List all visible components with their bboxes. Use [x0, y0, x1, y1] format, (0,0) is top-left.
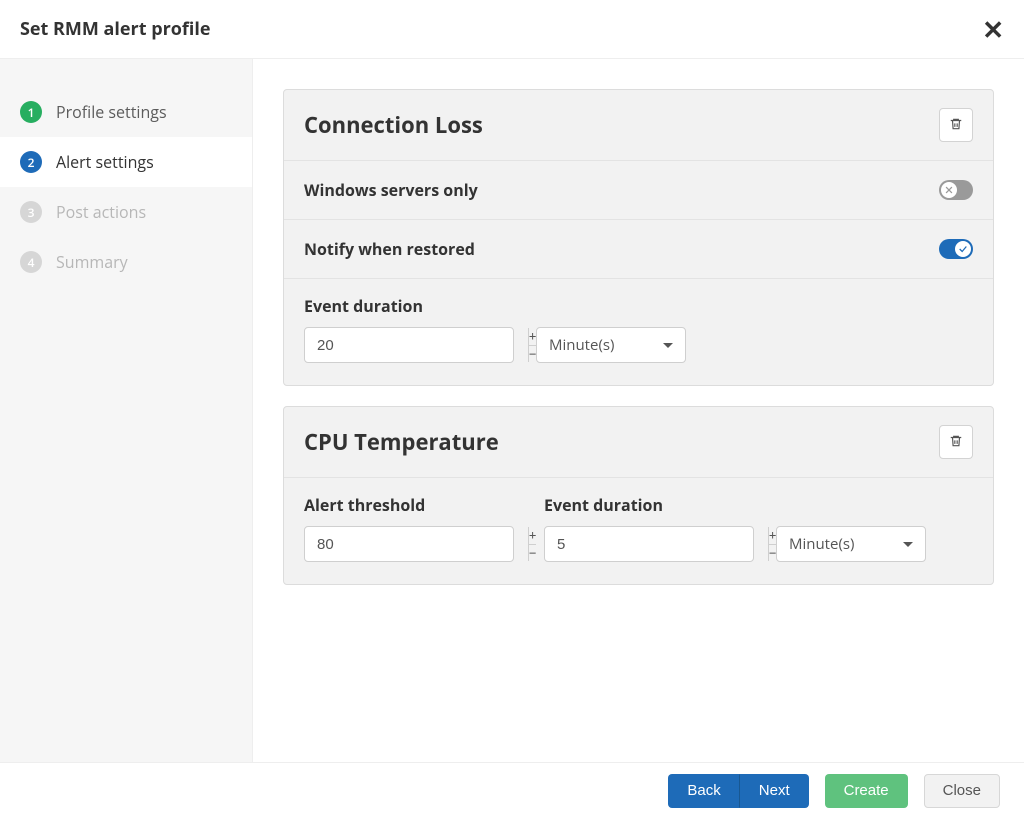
alert-threshold-label: Alert threshold: [304, 494, 514, 516]
wizard-sidebar: 1 Profile settings 2 Alert settings 3 Po…: [0, 59, 253, 762]
create-button[interactable]: Create: [825, 774, 908, 808]
chevron-down-icon: [903, 542, 913, 547]
delete-card-button[interactable]: [939, 425, 973, 459]
alert-threshold-stepper[interactable]: + −: [304, 526, 514, 562]
page-title: Set RMM alert profile: [20, 17, 211, 41]
event-duration-unit-select[interactable]: Minute(s): [536, 327, 686, 363]
card-title: Connection Loss: [304, 110, 483, 140]
stepper-decrement-button[interactable]: −: [529, 545, 536, 562]
trash-icon: [949, 114, 963, 136]
event-duration-input[interactable]: [545, 527, 768, 561]
card-connection-loss: Connection Loss Windows servers only: [283, 89, 994, 386]
main-panel: Connection Loss Windows servers only: [253, 59, 1024, 762]
sidebar-item-label: Profile settings: [56, 101, 167, 123]
event-duration-unit-select[interactable]: Minute(s): [776, 526, 926, 562]
event-duration-stepper[interactable]: + −: [304, 327, 514, 363]
sidebar-item-profile-settings[interactable]: 1 Profile settings: [0, 87, 252, 137]
event-duration-field: Event duration + − Minute(s): [304, 295, 686, 363]
windows-servers-only-label: Windows servers only: [304, 179, 478, 201]
close-button[interactable]: Close: [924, 774, 1000, 808]
card-title: CPU Temperature: [304, 427, 499, 457]
event-duration-label: Event duration: [544, 494, 926, 516]
card-cpu-temperature: CPU Temperature Alert threshold +: [283, 406, 994, 585]
event-duration-field: Event duration + − Minute(s): [544, 494, 926, 562]
alert-threshold-input[interactable]: [305, 527, 528, 561]
sidebar-item-alert-settings[interactable]: 2 Alert settings: [0, 137, 252, 187]
alert-threshold-field: Alert threshold + −: [304, 494, 514, 562]
select-value: Minute(s): [549, 335, 614, 355]
notify-when-restored-toggle[interactable]: [939, 239, 973, 259]
delete-card-button[interactable]: [939, 108, 973, 142]
select-value: Minute(s): [789, 534, 854, 554]
step-number-badge: 2: [20, 151, 42, 173]
step-number-badge: 1: [20, 101, 42, 123]
event-duration-label: Event duration: [304, 295, 686, 317]
sidebar-item-label: Summary: [56, 251, 128, 273]
sidebar-item-label: Alert settings: [56, 151, 154, 173]
step-number-badge: 4: [20, 251, 42, 273]
back-next-button-group: Back Next: [668, 774, 808, 808]
windows-servers-only-toggle[interactable]: [939, 180, 973, 200]
stepper-increment-button[interactable]: +: [529, 527, 536, 545]
next-button[interactable]: Next: [740, 774, 809, 808]
sidebar-item-post-actions[interactable]: 3 Post actions: [0, 187, 252, 237]
trash-icon: [949, 431, 963, 453]
sidebar-item-label: Post actions: [56, 201, 146, 223]
event-duration-input[interactable]: [305, 328, 528, 362]
event-duration-stepper[interactable]: + −: [544, 526, 754, 562]
sidebar-item-summary[interactable]: 4 Summary: [0, 237, 252, 287]
close-icon[interactable]: ✕: [982, 16, 1004, 42]
step-number-badge: 3: [20, 201, 42, 223]
back-button[interactable]: Back: [668, 774, 739, 808]
notify-when-restored-label: Notify when restored: [304, 238, 475, 260]
chevron-down-icon: [663, 343, 673, 348]
